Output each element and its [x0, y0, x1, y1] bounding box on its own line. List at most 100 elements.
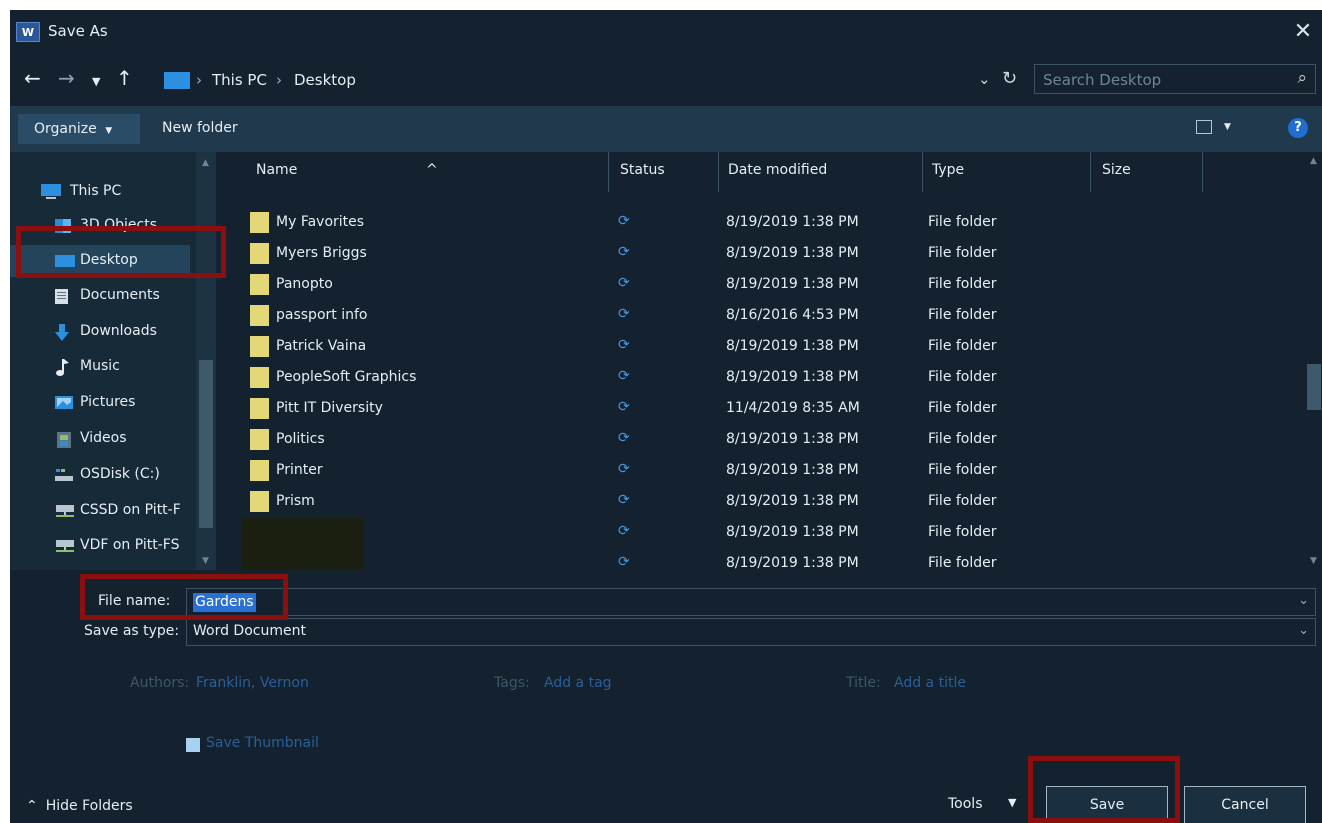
file-name: My Favorites [276, 214, 365, 230]
scroll-down-icon[interactable]: ▼ [1310, 556, 1317, 566]
tools-button[interactable]: Tools [948, 796, 983, 812]
address-dropdown-icon[interactable]: ⌄ [978, 70, 991, 88]
help-icon[interactable]: ? [1288, 118, 1308, 138]
folder-icon [250, 398, 269, 419]
forward-arrow-icon[interactable]: → [58, 66, 75, 90]
file-row[interactable]: Myers Briggs ⟳ 8/19/2019 1:38 PM File fo… [216, 239, 1306, 270]
computer-icon [41, 184, 61, 199]
sidebar-item-this-pc[interactable]: This PC [10, 176, 190, 208]
file-date: 8/19/2019 1:38 PM [726, 369, 859, 385]
sidebar-item-label: Documents [80, 287, 160, 303]
column-divider[interactable] [718, 152, 719, 192]
title-bar: W Save As ✕ [10, 10, 1322, 54]
sidebar-item-osdisk[interactable]: OSDisk (C:) [10, 459, 190, 491]
sync-status-icon: ⟳ [618, 275, 630, 291]
sidebar-item-label: Desktop [80, 252, 138, 268]
breadcrumb-this-pc[interactable]: This PC [212, 71, 267, 89]
chevron-down-icon[interactable]: ⌄ [1298, 623, 1309, 638]
new-folder-button[interactable]: New folder [162, 120, 238, 136]
sync-status-icon: ⟳ [618, 368, 630, 384]
sidebar-item-vdf[interactable]: VDF on Pitt-FS [10, 530, 190, 562]
column-divider[interactable] [922, 152, 923, 192]
sync-status-icon: ⟳ [618, 244, 630, 260]
sidebar-item-documents[interactable]: Documents [10, 280, 190, 312]
back-arrow-icon[interactable]: ← [24, 66, 41, 90]
folder-icon [250, 429, 269, 450]
column-header-status[interactable]: Status [620, 162, 665, 178]
save-button[interactable]: Save [1046, 786, 1168, 823]
file-row[interactable]: Pitt IT Diversity ⟳ 11/4/2019 8:35 AM Fi… [216, 394, 1306, 425]
view-dropdown-icon[interactable]: ▼ [1224, 122, 1231, 132]
file-row[interactable]: Patrick Vaina ⟳ 8/19/2019 1:38 PM File f… [216, 332, 1306, 363]
chevron-up-icon: ⌃ [26, 798, 38, 814]
folder-icon [250, 274, 269, 295]
column-header-size[interactable]: Size [1102, 162, 1131, 178]
search-icon[interactable]: ⌕ [1297, 68, 1307, 88]
scroll-down-icon[interactable]: ▼ [202, 556, 209, 566]
file-row[interactable]: My Favorites ⟳ 8/19/2019 1:38 PM File fo… [216, 208, 1306, 239]
refresh-icon[interactable]: ↻ [1002, 68, 1017, 89]
breadcrumb-desktop[interactable]: Desktop [294, 71, 356, 89]
sidebar-item-downloads[interactable]: Downloads [10, 316, 190, 348]
sidebar-item-pictures[interactable]: Pictures [10, 387, 190, 419]
close-icon[interactable]: ✕ [1286, 16, 1320, 48]
view-options-icon[interactable] [1196, 120, 1212, 134]
breadcrumb-separator: › [196, 71, 202, 89]
hide-folders-button[interactable]: ⌃ Hide Folders [26, 798, 133, 814]
save-type-select[interactable]: Word Document ⌄ [186, 618, 1316, 646]
sidebar-item-music[interactable]: Music [10, 351, 190, 383]
file-row[interactable]: Politics ⟳ 8/19/2019 1:38 PM File folder [216, 425, 1306, 456]
tags-field[interactable]: Add a tag [544, 675, 612, 691]
authors-field[interactable]: Franklin, Vernon [196, 675, 309, 691]
file-type: File folder [928, 245, 997, 261]
column-header-name[interactable]: Name [256, 162, 297, 178]
file-row[interactable]: passport info ⟳ 8/16/2016 4:53 PM File f… [216, 301, 1306, 332]
scrollbar-thumb[interactable] [199, 360, 213, 528]
sidebar-item-label: This PC [70, 183, 122, 199]
sidebar-item-3d-objects[interactable]: 3D Objects [10, 210, 190, 242]
file-row[interactable]: Prism ⟳ 8/19/2019 1:38 PM File folder [216, 487, 1306, 518]
folder-icon [250, 336, 269, 357]
scrollbar-thumb[interactable] [1307, 364, 1321, 410]
sidebar-item-desktop[interactable]: Desktop [10, 245, 190, 277]
file-row[interactable]: Printer ⟳ 8/19/2019 1:38 PM File folder [216, 456, 1306, 487]
file-name: Politics [276, 431, 325, 447]
scroll-up-icon[interactable]: ▲ [202, 158, 209, 168]
file-row[interactable]: Panopto ⟳ 8/19/2019 1:38 PM File folder [216, 270, 1306, 301]
file-date: 8/19/2019 1:38 PM [726, 431, 859, 447]
title-field[interactable]: Add a title [894, 675, 966, 691]
sidebar-item-cssd[interactable]: CSSD on Pitt-F [10, 495, 190, 527]
column-divider[interactable] [608, 152, 609, 192]
tools-dropdown-icon[interactable]: ▼ [1008, 796, 1016, 809]
folder-icon [250, 212, 269, 233]
save-thumbnail-label[interactable]: Save Thumbnail [206, 735, 319, 751]
chevron-down-icon[interactable]: ▼ [92, 70, 100, 94]
file-name-field[interactable]: Gardens ⌄ [186, 588, 1316, 616]
file-row[interactable]: ⟳ 8/19/2019 1:38 PM File folder [216, 518, 1306, 549]
save-thumbnail-checkbox[interactable] [186, 738, 200, 752]
column-divider[interactable] [1090, 152, 1091, 192]
sync-status-icon: ⟳ [618, 461, 630, 477]
navigation-scrollbar[interactable]: ▲ ▼ [196, 152, 216, 570]
desktop-icon [55, 255, 75, 267]
search-input[interactable]: Search Desktop ⌕ [1034, 64, 1316, 94]
file-type: File folder [928, 276, 997, 292]
file-row[interactable]: PeopleSoft Graphics ⟳ 8/19/2019 1:38 PM … [216, 363, 1306, 394]
chevron-down-icon[interactable]: ⌄ [1298, 593, 1309, 608]
address-bar[interactable]: › This PC › Desktop ⌄ ↻ [158, 64, 1024, 96]
up-arrow-icon[interactable]: ↑ [116, 66, 133, 90]
file-date: 8/19/2019 1:38 PM [726, 338, 859, 354]
cancel-button[interactable]: Cancel [1184, 786, 1306, 823]
file-name: passport info [276, 307, 368, 323]
organize-dropdown-icon: ▼ [105, 126, 113, 136]
column-header-date[interactable]: Date modified [728, 162, 827, 178]
sidebar-item-videos[interactable]: Videos [10, 423, 190, 455]
organize-button[interactable]: Organize ▼ [18, 114, 140, 144]
cube-icon [55, 219, 71, 233]
column-header-type[interactable]: Type [932, 162, 964, 178]
dialog-title: Save As [48, 22, 108, 40]
scroll-up-icon[interactable]: ▲ [1310, 156, 1317, 166]
file-name: Panopto [276, 276, 333, 292]
file-list-scrollbar[interactable]: ▲ ▼ [1306, 152, 1322, 570]
column-divider[interactable] [1202, 152, 1203, 192]
